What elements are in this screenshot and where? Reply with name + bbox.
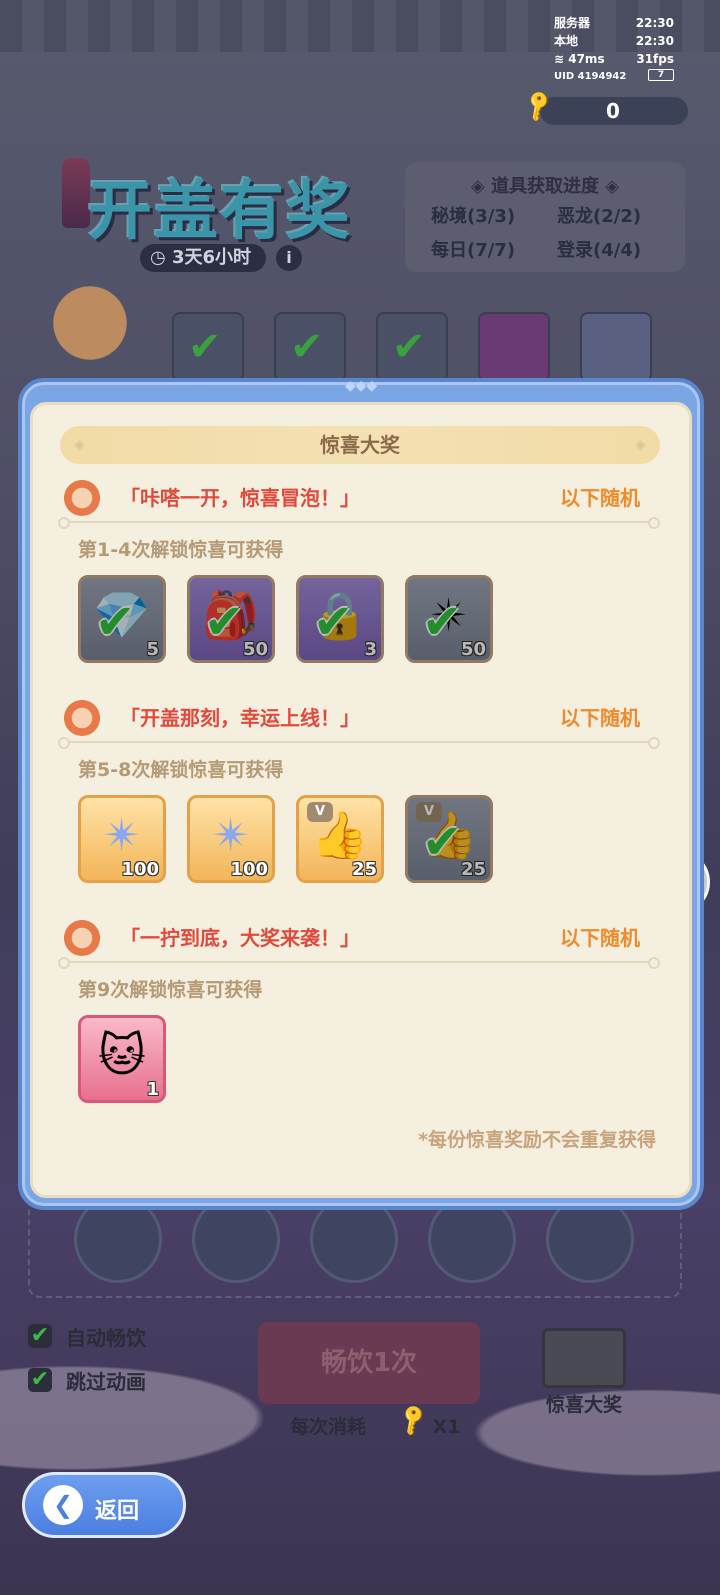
reward-item: ✴ ✔ 50 [405, 575, 493, 663]
section-header: 「咔嗒一开，惊喜冒泡！」 以下随机 [60, 472, 660, 518]
track-slot [580, 312, 652, 382]
thumbs-up-icon: 👍 [311, 808, 369, 862]
section-quote: 「咔嗒一开，惊喜冒泡！」 [120, 486, 360, 510]
fox-mascot [18, 278, 138, 378]
server-time: 22:30 [635, 16, 674, 30]
surprise-prize-button[interactable]: 惊喜大奖 [536, 1324, 632, 1416]
section-header: 「开盖那刻，幸运上线！」 以下随机 [60, 692, 660, 738]
diamond-icon: ◈ [635, 437, 646, 453]
event-timer: ◷ 3天6小时 [140, 244, 266, 272]
fox-icon [62, 916, 102, 956]
back-label: 返回 [95, 1499, 140, 1524]
item-count: 3 [364, 639, 377, 660]
fox-icon [62, 476, 102, 516]
section-quote: 「一拧到底，大奖来袭！」 [120, 926, 360, 950]
progress-header: ◈ 道具获取进度 ◈ [470, 176, 620, 197]
reward-item: 🎒 ✔ 50 [187, 575, 275, 663]
star-crystal-icon: ✴ [102, 808, 142, 862]
checkbox-checked-icon[interactable]: ✔ [28, 1324, 52, 1348]
reward-item: 🐱 1 [78, 1015, 166, 1103]
reward-item: 🔒 ✔ 3 [296, 575, 384, 663]
progress-daily: 每日(7/7) [431, 240, 516, 261]
uid: UID 4194942 [554, 71, 627, 82]
ping: ≋ 47ms [554, 52, 605, 66]
battery-icon: 7 [648, 69, 674, 81]
track-slot: ✔ [172, 312, 244, 382]
unlock-text: 第5-8次解锁惊喜可获得 [78, 759, 284, 781]
checkbox-checked-icon[interactable]: ✔ [28, 1368, 52, 1392]
check-icon: ✔ [290, 324, 324, 370]
random-label: 以下随机 [560, 486, 640, 510]
back-button[interactable]: ❮ 返回 [22, 1472, 186, 1538]
server-label: 服务器 [554, 16, 591, 30]
reward-item: ✴ 100 [78, 795, 166, 883]
item-count: 50 [242, 639, 268, 660]
item-count: 50 [460, 639, 486, 660]
item-progress-panel: ◈ 道具获取进度 ◈ 秘境(3/3) 恶龙(2/2) 每日(7/7) 登录(4/… [405, 162, 685, 272]
unlock-text: 第1-4次解锁惊喜可获得 [78, 539, 284, 561]
skip-animation-label: 跳过动画 [66, 1370, 146, 1394]
reward-item: ✴ 100 [187, 795, 275, 883]
fox-icon [62, 696, 102, 736]
cost-amount: X1 [432, 1416, 461, 1438]
status-hud: 服务器 22:30 本地 22:30 ≋ 47ms 31fps UID 4194942… [554, 14, 674, 86]
diamond-decoration-icon: ◆◆◆ [344, 378, 378, 394]
check-icon: ✔ [188, 324, 222, 370]
progress-dragon: 恶龙(2/2) [557, 206, 642, 227]
random-label: 以下随机 [560, 926, 640, 950]
auto-drink-label: 自动畅饮 [66, 1326, 146, 1350]
random-label: 以下随机 [560, 706, 640, 730]
prize-box-icon [542, 1328, 626, 1388]
no-duplicate-note: *每份惊喜奖励不会重复获得 [418, 1129, 656, 1151]
diamond-icon: ◈ [74, 437, 85, 453]
key-counter: 🔑 0 [521, 88, 688, 125]
divider [58, 737, 660, 749]
cat-avatar-icon: 🐱 [98, 1028, 146, 1082]
check-icon: ✔ [422, 594, 463, 650]
local-label: 本地 [554, 34, 579, 48]
check-icon: ✔ [313, 594, 354, 650]
section-header: 「一拧到底，大奖来袭！」 以下随机 [60, 912, 660, 958]
item-count: 5 [146, 639, 159, 660]
item-count: 100 [121, 859, 159, 880]
progress-login: 登录(4/4) [557, 240, 642, 261]
item-count: 100 [230, 859, 268, 880]
skip-animation-option[interactable]: ✔ 跳过动画 [28, 1366, 208, 1396]
track-slot: ✔ [274, 312, 346, 382]
drink-once-button[interactable]: 畅饮1次 [258, 1322, 480, 1404]
divider [58, 517, 660, 529]
unlock-text: 第9次解锁惊喜可获得 [78, 979, 263, 1001]
fps: 31fps [636, 52, 674, 66]
surprise-prize-label: 惊喜大奖 [545, 1394, 622, 1416]
reward-item: V 👍 25 [296, 795, 384, 883]
bottle-icon [62, 158, 90, 228]
check-icon: ✔ [392, 324, 426, 370]
section-quote: 「开盖那刻，幸运上线！」 [120, 706, 360, 730]
progress-secret-realm: 秘境(3/3) [431, 206, 516, 227]
local-time: 22:30 [635, 34, 674, 48]
modal-title: 惊喜大奖 [320, 433, 400, 457]
wifi-icon: ≋ [554, 52, 569, 66]
reward-item: 💎 ✔ 5 [78, 575, 166, 663]
item-count: 25 [460, 859, 486, 880]
track-slot [478, 312, 550, 382]
back-arrow-icon: ❮ [43, 1485, 83, 1525]
clock-icon: ◷ [150, 247, 172, 268]
event-title: 开盖有奖 [88, 175, 352, 249]
info-icon[interactable]: i [276, 245, 302, 271]
item-count: 1 [146, 1079, 159, 1100]
track-slot: ✔ [376, 312, 448, 382]
cost-label: 每次消耗 [290, 1416, 367, 1438]
star-crystal-icon: ✴ [211, 808, 251, 862]
reward-item: V 👍 ✔ 25 [405, 795, 493, 883]
item-count: 25 [351, 859, 377, 880]
cost-per-drink: 每次消耗 🔑 X1 [290, 1402, 461, 1439]
check-icon: ✔ [95, 594, 136, 650]
modal-title-ribbon: ◈ 惊喜大奖 ◈ [60, 426, 660, 464]
divider [58, 957, 660, 969]
check-icon: ✔ [204, 594, 245, 650]
auto-drink-option[interactable]: ✔ 自动畅饮 [28, 1322, 208, 1352]
check-icon: ✔ [422, 814, 463, 870]
key-count: 0 [606, 99, 620, 123]
